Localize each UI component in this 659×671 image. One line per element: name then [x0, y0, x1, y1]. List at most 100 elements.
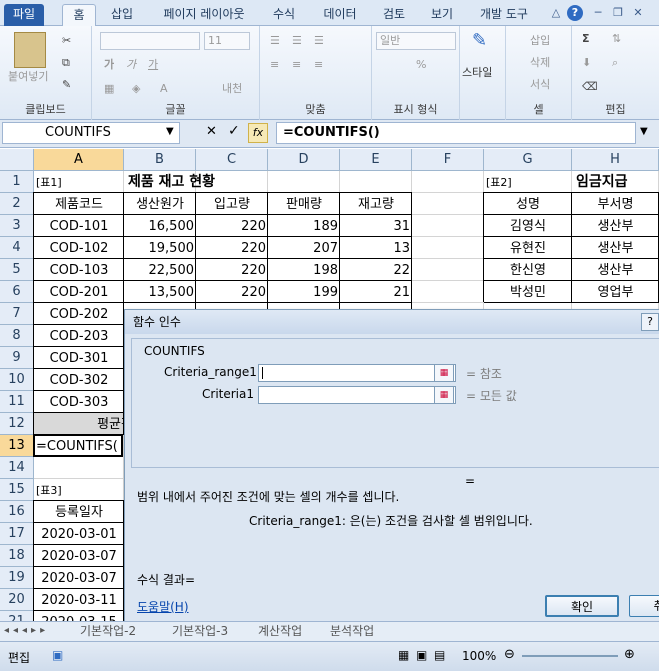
cell[interactable]: 220 [198, 216, 266, 236]
criteria-range1-input[interactable] [258, 364, 456, 382]
zoom-slider[interactable] [522, 655, 618, 657]
align-bottom-icon[interactable]: ☰ [314, 34, 324, 48]
cell[interactable]: 등록일자 [36, 502, 122, 522]
fill-icon[interactable]: ⬇ [582, 56, 591, 70]
font-family-combo[interactable] [100, 32, 200, 50]
insert-cells-button[interactable]: 삽입 [530, 34, 550, 48]
row-header[interactable]: 17 [0, 523, 34, 545]
cell[interactable]: 생산부 [574, 260, 657, 280]
align-center-icon[interactable]: ≡ [292, 58, 301, 72]
row-header[interactable]: 1 [0, 171, 34, 193]
cell[interactable]: 16,500 [126, 216, 195, 236]
font-color-icon[interactable]: A [160, 82, 168, 96]
help-icon[interactable]: ? [567, 5, 583, 21]
tab-page-layout[interactable]: 페이지 레이아웃 [152, 4, 256, 26]
name-box-dropdown-icon[interactable]: ▼ [166, 126, 174, 137]
cell[interactable]: 13 [342, 238, 410, 258]
format-cells-button[interactable]: 서식 [530, 78, 550, 92]
tab-developer[interactable]: 개발 도구 [470, 4, 538, 26]
criteria1-input[interactable] [258, 386, 456, 404]
row-header[interactable]: 19 [0, 567, 34, 589]
row-header[interactable]: 20 [0, 589, 34, 611]
cell[interactable]: 31 [342, 216, 410, 236]
paste-icon[interactable] [14, 32, 46, 68]
normal-view-icon[interactable]: ▦ [398, 648, 409, 662]
row-header[interactable]: 5 [0, 259, 34, 281]
row-header[interactable]: 11 [0, 391, 34, 413]
cell[interactable]: 220 [198, 260, 266, 280]
border-icon[interactable]: ▦ [104, 82, 114, 96]
cell[interactable]: 판매량 [270, 194, 338, 214]
cell[interactable]: 생산부 [574, 216, 657, 236]
cell[interactable]: 재고량 [342, 194, 410, 214]
cell[interactable]: COD-102 [36, 238, 122, 258]
cell[interactable]: 2020-03-07 [36, 546, 122, 566]
range-select-icon[interactable]: ▦ [434, 386, 454, 404]
row-header[interactable]: 13 [0, 435, 34, 457]
cell[interactable]: 2020-03-15 [36, 612, 122, 621]
range-select-icon[interactable]: ▦ [434, 364, 454, 382]
styles-button[interactable]: 스타일 [462, 66, 492, 80]
cell[interactable]: 220 [198, 238, 266, 258]
zoom-in-icon[interactable]: ⊕ [624, 647, 635, 662]
cell[interactable]: 부서명 [574, 194, 657, 214]
paste-button[interactable]: 붙여넣기 [8, 70, 48, 84]
row-header[interactable]: 8 [0, 325, 34, 347]
row-header[interactable]: 6 [0, 281, 34, 303]
help-link[interactable]: 도움말(H) [137, 598, 189, 615]
row-header[interactable]: 21 [0, 611, 34, 621]
tab-view[interactable]: 보기 [422, 4, 462, 26]
italic-button[interactable]: 가 [126, 58, 136, 72]
cell[interactable]: 21 [342, 282, 410, 302]
tab-home[interactable]: 홈 [62, 4, 96, 26]
column-header[interactable]: F [412, 149, 484, 171]
row-header[interactable]: 14 [0, 457, 34, 479]
row-header[interactable]: 7 [0, 303, 34, 325]
cell[interactable]: 박성민 [486, 282, 570, 302]
cell[interactable]: [표3] [36, 480, 122, 500]
cell[interactable]: 영업부 [574, 282, 657, 302]
ok-button[interactable]: 확인 [545, 595, 619, 617]
cell[interactable]: 22,500 [126, 260, 195, 280]
row-header[interactable]: 18 [0, 545, 34, 567]
clear-icon[interactable]: ⌫ [582, 80, 598, 94]
tab-scroll-arrows-icon[interactable]: ◂◂◂▸▸ [4, 625, 49, 636]
cell[interactable]: 19,500 [126, 238, 195, 258]
cell[interactable]: 13,500 [126, 282, 195, 302]
cell[interactable]: 생산원가 [126, 194, 194, 214]
cell[interactable]: 성명 [486, 194, 570, 214]
cell[interactable]: 한신영 [486, 260, 570, 280]
dialog-help-icon[interactable]: ? [641, 313, 659, 331]
row-header[interactable]: 4 [0, 237, 34, 259]
cell[interactable]: 김영식 [486, 216, 570, 236]
row-header[interactable]: 16 [0, 501, 34, 523]
row-header[interactable]: 2 [0, 193, 34, 215]
cell[interactable]: 207 [270, 238, 338, 258]
bold-button[interactable]: 가 [104, 58, 114, 72]
copy-icon[interactable]: ⧉ [62, 56, 70, 70]
row-header[interactable]: 3 [0, 215, 34, 237]
zoom-level[interactable]: 100% [462, 649, 496, 663]
insert-function-button[interactable]: fx [248, 123, 268, 143]
row-header[interactable]: 9 [0, 347, 34, 369]
tab-formulas[interactable]: 수식 [262, 4, 306, 26]
cancel-entry-icon[interactable]: ✕ [206, 124, 217, 139]
column-header[interactable]: C [196, 149, 268, 171]
cell[interactable]: 22 [342, 260, 410, 280]
font-size-combo[interactable]: 11 [204, 32, 250, 50]
row-header[interactable]: 10 [0, 369, 34, 391]
cell[interactable]: 220 [198, 282, 266, 302]
close-icon[interactable]: ✕ [630, 5, 646, 21]
zoom-out-icon[interactable]: ⊖ [504, 647, 515, 662]
cell[interactable]: COD-101 [36, 216, 122, 236]
cell[interactable]: 제품 재고 현황 [128, 172, 268, 192]
cell[interactable]: 2020-03-01 [36, 524, 122, 544]
cell[interactable]: COD-203 [36, 326, 122, 346]
row-header[interactable]: 12 [0, 413, 34, 435]
cut-icon[interactable]: ✂ [62, 34, 71, 48]
tab-review[interactable]: 검토 [374, 4, 414, 26]
page-break-view-icon[interactable]: ▤ [434, 648, 445, 662]
cell[interactable]: 생산부 [574, 238, 657, 258]
cell[interactable]: 임금지급 [576, 172, 656, 192]
active-cell[interactable] [33, 434, 123, 457]
